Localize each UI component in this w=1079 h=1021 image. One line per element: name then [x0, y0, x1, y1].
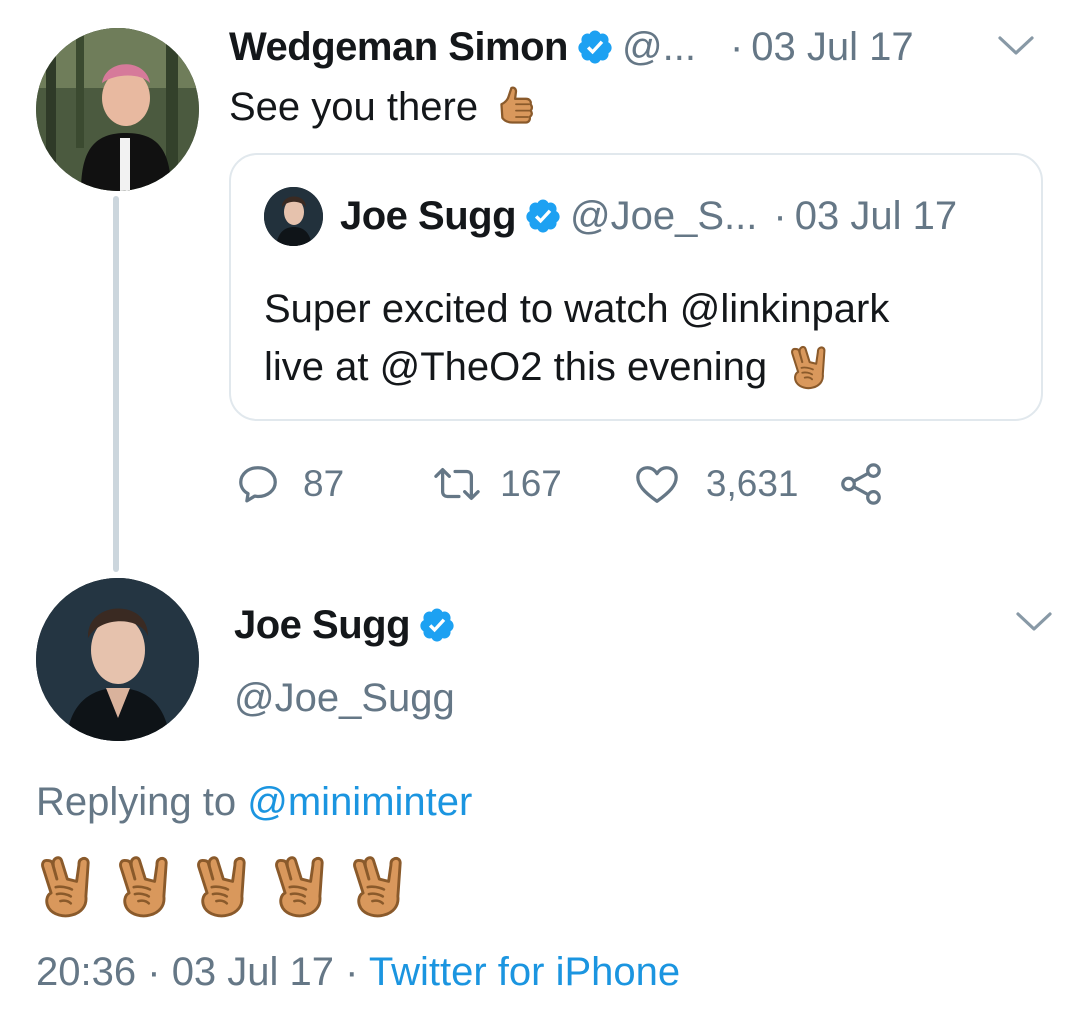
quoted-text-line-2: live at @TheO2 this evening: [264, 345, 768, 389]
wedgeman-simon-avatar[interactable]: [36, 28, 199, 191]
separator-dot: ·: [147, 950, 161, 994]
chevron-down-icon[interactable]: [996, 34, 1036, 58]
rock-on-hand-emoji-icon: [348, 853, 406, 919]
tweet-author: Joe Sugg: [234, 600, 464, 650]
reply-button[interactable]: 87: [235, 461, 344, 507]
rock-on-hand-emoji-icon: [114, 853, 172, 919]
rock-on-hand-emoji-icon: [36, 853, 94, 919]
share-button[interactable]: [838, 461, 884, 507]
tweet-date: 03 Jul 17: [171, 950, 335, 994]
reply-count: 87: [303, 463, 345, 504]
replying-prefix: Replying to: [36, 780, 237, 824]
tweet-text: See you there: [229, 82, 536, 132]
like-button[interactable]: 3,631: [634, 462, 799, 506]
author-handle[interactable]: @Joe_Sugg: [234, 676, 455, 721]
chevron-down-icon[interactable]: [1014, 610, 1054, 634]
rock-on-hand-emoji-icon: [787, 344, 829, 390]
retweet-button[interactable]: 167: [432, 461, 562, 507]
quoted-author-name[interactable]: Joe Sugg: [340, 194, 517, 239]
quoted-tweet-header: Joe Sugg @Joe_S... · 03 Jul 17: [340, 191, 957, 241]
quoted-tweet-text: Super excited to watch @linkinpark live …: [264, 280, 1024, 396]
replying-to-line: Replying to @miniminter: [36, 780, 472, 825]
like-count: 3,631: [705, 463, 799, 504]
tweet-action-bar: 87 167 3,631: [235, 458, 884, 510]
reply-icon: [239, 466, 277, 503]
tweet-date[interactable]: 03 Jul 17: [751, 25, 913, 70]
author-name[interactable]: Wedgeman Simon: [229, 25, 568, 70]
separator-dot: ·: [773, 193, 787, 238]
quoted-tweet-date[interactable]: 03 Jul 17: [795, 194, 957, 239]
joe-sugg-avatar[interactable]: [36, 578, 199, 741]
retweet-icon: [434, 467, 480, 501]
tweet-body: See you there: [229, 85, 479, 129]
author-handle[interactable]: @...: [622, 25, 696, 70]
tweet-detail-screen: Wedgeman Simon @... · 03 Jul 17 See you …: [0, 0, 1079, 1021]
share-icon: [841, 463, 882, 505]
heart-icon: [636, 466, 678, 503]
quoted-author-handle[interactable]: @Joe_S...: [570, 194, 757, 239]
tweet-source-link[interactable]: Twitter for iPhone: [369, 950, 680, 994]
joe-sugg-avatar-small: [264, 187, 323, 246]
verified-badge-icon: [576, 28, 614, 66]
thumbs-up-emoji-icon: [496, 84, 536, 130]
author-name[interactable]: Joe Sugg: [234, 603, 411, 648]
rock-on-hand-emoji-icon: [192, 853, 250, 919]
verified-badge-icon: [418, 606, 456, 644]
tweet-header: Wedgeman Simon @... · 03 Jul 17: [229, 22, 914, 72]
tweet-metadata: 20:36 · 03 Jul 17 · Twitter for iPhone: [36, 950, 680, 995]
replying-to-mention[interactable]: @miniminter: [247, 780, 472, 824]
tweet-time: 20:36: [36, 950, 137, 994]
tweet-body-emojis: [36, 846, 426, 926]
separator-dot: ·: [345, 950, 359, 994]
retweet-count: 167: [500, 463, 562, 504]
separator-dot: ·: [729, 24, 744, 69]
quoted-text-line-1: Super excited to watch @linkinpark: [264, 287, 890, 331]
thread-connector-line: [113, 196, 119, 572]
rock-on-hand-emoji-icon: [270, 853, 328, 919]
verified-badge-icon: [524, 197, 562, 235]
